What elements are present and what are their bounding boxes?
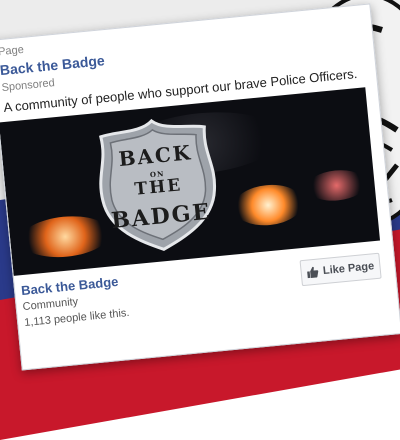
police-light-right	[231, 181, 305, 229]
like-page-button[interactable]: Like Page	[299, 252, 382, 287]
thumbs-up-icon	[307, 266, 319, 279]
like-page-label: Like Page	[322, 260, 375, 278]
sponsored-ad-card: Page Back the Badge Sponsored A communit…	[0, 3, 400, 371]
badge-title: BACK ON THE BADGE	[89, 112, 226, 258]
badge-title-line3: BADGE	[110, 198, 213, 235]
post-meta: Page	[0, 43, 25, 59]
footer-page-name-link[interactable]: Back the Badge	[20, 274, 119, 298]
page-category: Community	[22, 295, 79, 314]
sponsored-label: Sponsored	[1, 77, 56, 95]
ad-image[interactable]: BACK ON THE BADGE	[0, 87, 381, 276]
police-light-far-right	[305, 167, 368, 204]
